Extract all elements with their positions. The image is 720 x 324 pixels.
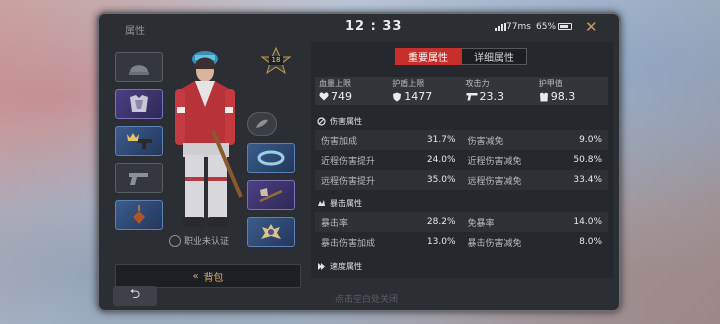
back-arrow-icon: ⮌ <box>129 287 141 302</box>
table-row: 暴击伤害加成 13.0% 暴击伤害减免 8.0% <box>315 232 608 252</box>
stat-label: 护甲值 <box>538 79 563 88</box>
stat-value: 749 <box>331 90 352 103</box>
chest-armor-icon <box>130 95 148 112</box>
ping-readout: 77ms <box>506 22 531 32</box>
table-row: 远程伤害提升 35.0% 远程伤害减免 33.4% <box>315 170 608 190</box>
stat-armor: 护甲值 98.3 <box>535 77 608 105</box>
attr-name: 免暴率 <box>467 218 495 229</box>
stat-label: 血量上限 <box>319 79 351 88</box>
attr-value: 8.0% <box>579 237 602 247</box>
gadget-slot[interactable] <box>247 112 277 136</box>
certification-icon <box>169 234 181 247</box>
tab-important[interactable]: 重要属性 <box>395 48 461 65</box>
stat-shield: 护盾上限 1477 <box>388 77 461 105</box>
attr-name: 远程伤害减免 <box>467 176 522 187</box>
rank-level: 18 <box>271 56 281 64</box>
attr-value: 50.8% <box>573 155 602 165</box>
top-bar: 属性 12 : 33 77ms 65% ✕ <box>99 14 619 42</box>
backpack-button[interactable]: « 背包 <box>115 264 301 288</box>
stat-hp: 血量上限 749 <box>315 77 388 105</box>
section-damage-header: 伤害属性 <box>317 116 362 127</box>
bracelet-slot[interactable] <box>247 143 295 173</box>
table-row: 近程伤害提升 24.0% 近程伤害减免 50.8% <box>315 150 608 170</box>
pistol-icon <box>129 173 148 185</box>
helmet-slot[interactable] <box>115 52 163 82</box>
armor-icon <box>539 92 548 101</box>
signal-icon <box>495 23 506 31</box>
character-model <box>169 47 245 233</box>
attr-value: 13.0% <box>426 237 456 247</box>
damage-stats-grid: 伤害加成 31.7% 伤害减免 9.0% 近程伤害提升 24.0% 近程伤害减免 50.… <box>315 130 608 190</box>
attr-value: 24.0% <box>426 155 456 165</box>
table-row: 伤害加成 31.7% 伤害减免 9.0% <box>315 130 608 150</box>
helmet-icon <box>129 65 149 75</box>
attr-value: 33.4% <box>573 175 602 185</box>
attributes-area: 重要属性 详细属性 血量上限 749 护盾上限 1477 攻击力 23.3 护甲… <box>311 42 614 278</box>
wing-emblem-icon <box>261 224 281 239</box>
certification-status: 职业未认证 <box>169 234 229 247</box>
crown-gun-icon <box>127 133 152 149</box>
stat-label: 攻击力 <box>465 79 490 88</box>
attr-value: 31.7% <box>426 135 456 145</box>
shield-icon <box>393 92 402 101</box>
rank-badge: 18 <box>260 46 292 77</box>
pistol-slot[interactable] <box>115 163 163 193</box>
attr-name: 伤害加成 <box>321 136 358 147</box>
core-stats-bar: 血量上限 749 护盾上限 1477 攻击力 23.3 护甲值 98.3 <box>315 77 608 105</box>
stat-value: 23.3 <box>479 90 505 103</box>
armor-slot[interactable] <box>115 89 163 119</box>
weapon-slot-1[interactable] <box>115 126 163 156</box>
attr-value: 28.2% <box>426 217 456 227</box>
attr-name: 近程伤害减免 <box>467 156 522 167</box>
attr-value: 14.0% <box>573 217 602 227</box>
section-speed-header: 速度属性 <box>317 261 362 272</box>
emblem-slot[interactable] <box>247 217 295 247</box>
section-title: 速度属性 <box>330 262 362 271</box>
stat-label: 护盾上限 <box>392 79 425 88</box>
attr-name: 暴击伤害减免 <box>467 238 522 249</box>
panel-title: 属性 <box>125 26 145 37</box>
certification-label: 职业未认证 <box>184 237 230 247</box>
section-crit-header: 暴击属性 <box>317 198 362 209</box>
gun-icon <box>466 93 477 101</box>
attr-name: 伤害减免 <box>467 136 504 147</box>
stat-attack: 攻击力 23.3 <box>462 77 535 105</box>
section-title: 伤害属性 <box>330 117 362 126</box>
speed-icon <box>317 262 326 271</box>
close-button[interactable]: ✕ <box>585 18 598 36</box>
attributes-panel: 属性 12 : 33 77ms 65% ✕ 18 职业未认证 « 背包 重要属性… <box>97 12 621 312</box>
attr-value: 9.0% <box>579 135 602 145</box>
battery-icon <box>558 23 572 30</box>
pendant-icon <box>133 205 145 224</box>
section-title: 暴击属性 <box>330 199 362 208</box>
melee-slot[interactable] <box>247 180 295 210</box>
axe-icon <box>259 188 283 203</box>
clock: 12 : 33 <box>345 19 403 34</box>
tab-detailed[interactable]: 详细属性 <box>461 48 527 65</box>
bracelet-icon <box>257 150 285 166</box>
table-row: 暴击率 28.2% 免暴率 14.0% <box>315 212 608 232</box>
attr-name: 暴击率 <box>321 218 349 229</box>
back-button[interactable]: ⮌ <box>113 286 157 306</box>
crit-stats-grid: 暴击率 28.2% 免暴率 14.0% 暴击伤害加成 13.0% 暴击伤害减免 8.0% <box>315 212 608 252</box>
feather-icon <box>256 119 268 128</box>
loadout-area: 18 职业未认证 « 背包 <box>107 42 301 288</box>
backpack-label: 背包 <box>203 272 224 284</box>
accessory-slot[interactable] <box>115 200 163 230</box>
double-chevron-left-icon: « <box>192 270 199 282</box>
attr-name: 暴击伤害加成 <box>321 238 376 249</box>
attribute-tabs: 重要属性 详细属性 <box>395 48 527 65</box>
attr-name: 远程伤害提升 <box>321 176 376 187</box>
crit-icon <box>317 199 326 208</box>
close-hint: 点击空白处关闭 <box>335 295 399 305</box>
attr-name: 近程伤害提升 <box>321 156 376 167</box>
attr-value: 35.0% <box>426 175 456 185</box>
stat-value: 1477 <box>404 90 433 103</box>
heart-icon <box>319 92 329 101</box>
damage-icon <box>317 117 326 126</box>
stat-value: 98.3 <box>550 90 576 103</box>
battery-percent: 65% <box>536 22 557 32</box>
